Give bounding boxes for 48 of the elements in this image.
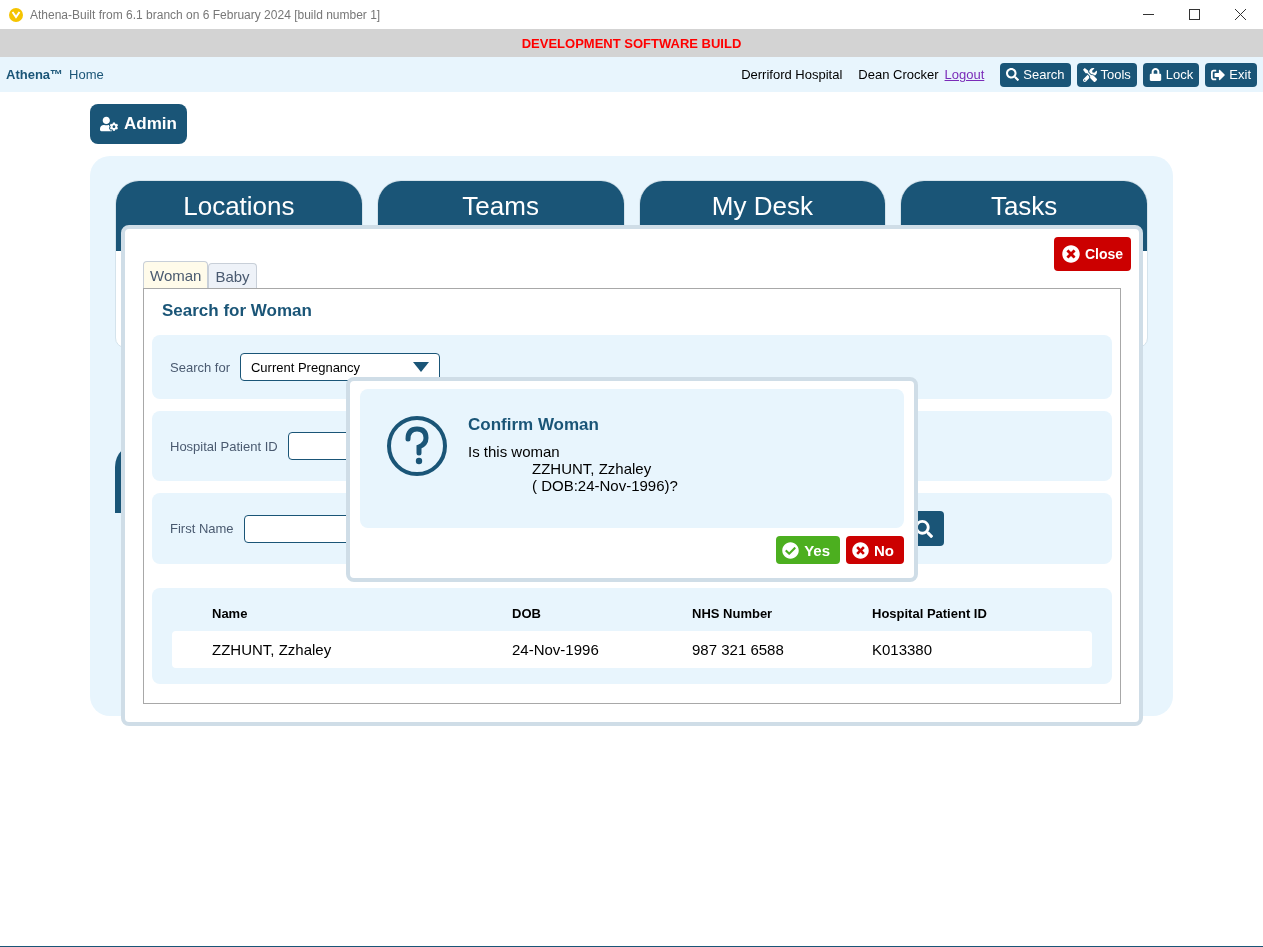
table-row[interactable]: ZZHUNT, Zzhaley 24-Nov-1996 987 321 6588 K013380: [172, 631, 1092, 668]
no-button[interactable]: No: [846, 536, 904, 564]
exit-icon: [1211, 67, 1226, 82]
window-title: Athena-Built from 6.1 branch on 6 February 2024 [build number 1]: [30, 7, 382, 22]
tools-icon: [1082, 67, 1097, 82]
field-label: Search for: [170, 359, 230, 375]
lock-button[interactable]: Lock: [1142, 62, 1200, 87]
column-header: NHS Number: [692, 605, 774, 623]
table-cell-text: K013380: [872, 641, 934, 658]
close-icon: [1234, 9, 1246, 20]
dialog-title: Confirm Woman: [468, 415, 600, 435]
maximize-icon: [1188, 9, 1200, 20]
user-gear-icon: [100, 115, 118, 133]
field-label: Hospital Patient ID: [170, 438, 278, 454]
minimize-icon: [1142, 14, 1154, 15]
tools-button[interactable]: Tools: [1076, 62, 1137, 87]
table-cell-text: ZZHUNT, Zzhaley: [212, 641, 333, 658]
tab[interactable]: Woman: [143, 261, 209, 288]
section-heading: Search for Woman: [162, 301, 313, 321]
check-icon: [782, 541, 800, 559]
patient-name: ZZHUNT, Zzhaley: [531, 460, 653, 477]
caret-icon: [413, 362, 429, 372]
hospital-name: Derriford Hospital: [741, 67, 843, 82]
exit-button[interactable]: Exit: [1205, 62, 1257, 87]
column-header: Name: [212, 605, 249, 623]
lock-icon: [1148, 68, 1162, 81]
tab[interactable]: Baby: [208, 263, 257, 288]
patient-dob: ( DOB:24-Nov-1996)?: [531, 477, 678, 494]
dropdown[interactable]: Current Pregnancy: [240, 353, 440, 381]
close-button[interactable]: Close: [1053, 237, 1131, 271]
brand-name: Athena™: [6, 67, 64, 82]
table-cell-text: 987 321 6588: [692, 641, 785, 658]
field-label: First Name: [170, 521, 234, 536]
home-link[interactable]: Home: [69, 67, 736, 82]
app-logo-icon: [8, 6, 24, 23]
search-icon: [1006, 68, 1020, 81]
search-button[interactable]: Search: [1000, 62, 1071, 87]
admin-button[interactable]: Admin: [90, 104, 187, 144]
question-text: Is this woman: [468, 443, 561, 460]
column-header: Hospital Patient ID: [872, 605, 988, 623]
close-icon: [852, 541, 869, 559]
table-cell-text: 24-Nov-1996: [512, 641, 600, 658]
close-icon: [1061, 245, 1080, 263]
user-name: Dean Crocker: [858, 67, 939, 82]
build-warning-title: DEVELOPMENT SOFTWARE BUILD: [521, 35, 742, 51]
column-header: DOB: [512, 605, 542, 623]
logout-link[interactable]: Logout: [944, 67, 985, 82]
question-icon: [386, 415, 448, 477]
